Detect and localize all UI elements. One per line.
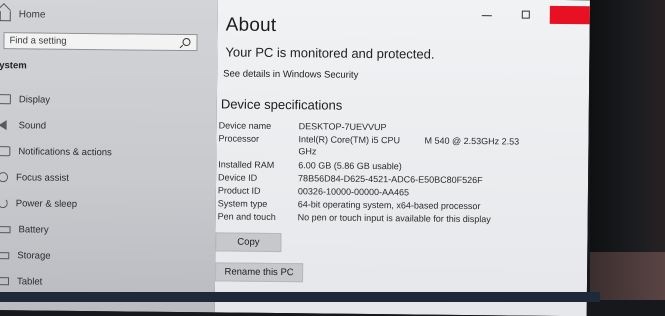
- spec-value: No pen or touch input is available for t…: [298, 212, 548, 225]
- sound-icon: [0, 120, 7, 130]
- rename-pc-button[interactable]: Rename this PC: [215, 262, 303, 282]
- spec-label: Pen and touch: [218, 211, 296, 222]
- sidebar-section-title: ystem: [0, 60, 27, 71]
- spec-label: Installed RAM: [218, 159, 296, 170]
- search-icon[interactable]: [182, 38, 190, 46]
- spec-value: 78B56D84-D625-4521-ADC6-E50BC80F526F: [298, 173, 548, 186]
- maximize-icon[interactable]: [522, 11, 530, 19]
- sidebar: Home Find a setting ystem Display Sound …: [0, 0, 218, 312]
- sidebar-item-label: Tablet: [17, 276, 42, 287]
- spec-label: Processor: [218, 133, 296, 144]
- sidebar-item-label: Display: [19, 94, 50, 105]
- title-bar-controls: [482, 5, 590, 24]
- battery-icon: [0, 226, 11, 233]
- copy-button[interactable]: Copy: [215, 232, 281, 252]
- spec-value: 6.00 GB (5.86 GB usable): [298, 160, 548, 173]
- sidebar-home[interactable]: Home: [0, 8, 46, 21]
- windows-security-link[interactable]: See details in Windows Security: [223, 68, 358, 80]
- main-content: About Your PC is monitored and protected…: [215, 0, 590, 316]
- settings-window: Home Find a setting ystem Display Sound …: [0, 0, 590, 316]
- sidebar-nav: Display Sound Notifications & actions Fo…: [0, 86, 112, 295]
- sidebar-item-notifications[interactable]: Notifications & actions: [0, 138, 112, 165]
- taskbar: [0, 292, 600, 302]
- photo-background-object: [590, 252, 665, 300]
- sidebar-item-storage[interactable]: Storage: [0, 242, 111, 269]
- sidebar-item-power-sleep[interactable]: Power & sleep: [0, 190, 111, 217]
- sidebar-item-focus-assist[interactable]: Focus assist: [0, 164, 112, 191]
- sidebar-item-display[interactable]: Display: [0, 86, 112, 113]
- sidebar-item-label: Sound: [19, 120, 47, 131]
- spec-value: 00326-10000-00000-AA465: [298, 186, 548, 199]
- sidebar-item-label: Power & sleep: [16, 198, 77, 210]
- focus-assist-icon: [0, 172, 8, 182]
- sidebar-item-label: Battery: [18, 224, 48, 235]
- power-icon: [0, 198, 8, 208]
- spec-label: Device name: [219, 120, 297, 131]
- sidebar-item-label: Storage: [17, 250, 50, 261]
- security-status: Your PC is monitored and protected.: [225, 44, 434, 61]
- sidebar-item-label: Focus assist: [16, 172, 69, 184]
- tablet-icon: [0, 277, 9, 285]
- spec-label: Device ID: [218, 172, 296, 183]
- device-specifications-heading: Device specifications: [221, 96, 343, 112]
- storage-icon: [0, 252, 9, 259]
- home-label: Home: [19, 9, 46, 20]
- spec-label: System type: [218, 198, 296, 209]
- display-icon: [0, 94, 11, 104]
- spec-label: Product ID: [218, 185, 296, 196]
- sidebar-item-sound[interactable]: Sound: [0, 112, 112, 139]
- spec-value: DESKTOP-7UEVVUP: [299, 121, 549, 134]
- search-input[interactable]: Find a setting: [3, 32, 197, 51]
- home-icon: [0, 11, 11, 21]
- minimize-icon[interactable]: [482, 9, 494, 19]
- close-button[interactable]: [550, 6, 590, 24]
- spec-value-extra: M 540 @ 2.53GHz 2.53: [424, 136, 519, 147]
- spec-value: 64-bit operating system, x64-based proce…: [298, 199, 548, 212]
- page-title: About: [226, 14, 277, 37]
- search-placeholder: Find a setting: [9, 35, 66, 47]
- spec-value-line2: GHz: [298, 146, 316, 156]
- notifications-icon: [0, 146, 10, 156]
- device-specifications-table: Device name DESKTOP-7UEVVUP Processor In…: [218, 120, 219, 224]
- sidebar-item-battery[interactable]: Battery: [0, 216, 111, 243]
- sidebar-item-label: Notifications & actions: [18, 146, 112, 158]
